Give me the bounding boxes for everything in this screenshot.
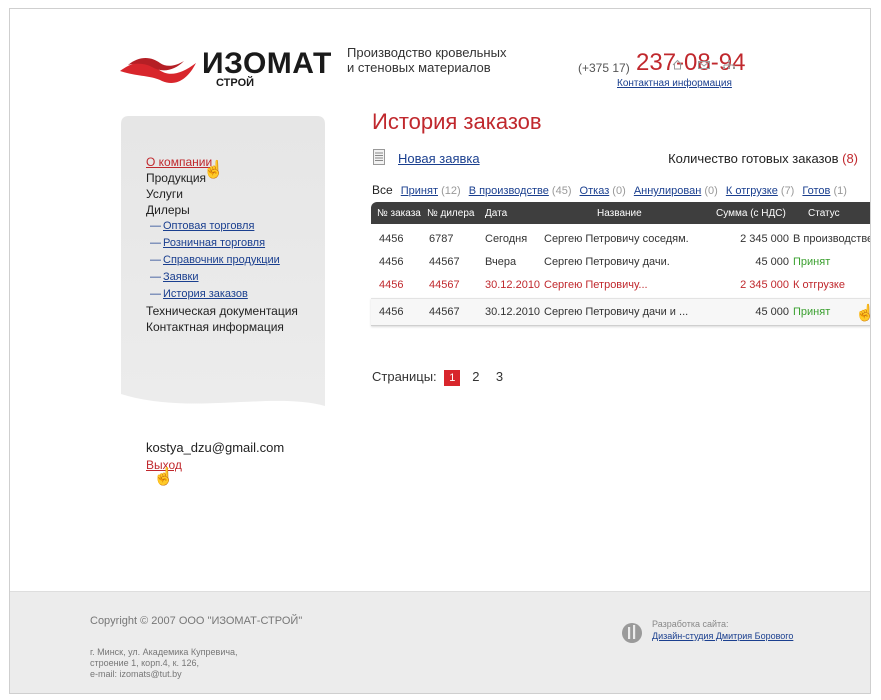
developer-label: Разработка сайта: xyxy=(652,619,729,629)
hand-cursor-icon: ☝ xyxy=(153,467,175,486)
column-header-status[interactable]: Статус xyxy=(808,208,840,219)
address-line-2: строение 1, корп.4, к. 126, xyxy=(90,658,200,668)
page-link-current[interactable]: 1 xyxy=(444,370,461,386)
column-header-order-no[interactable]: № заказа xyxy=(377,208,421,219)
company-address: г. Минск, ул. Академика Купревича, строе… xyxy=(90,647,310,680)
table-header: № заказа № дилера Дата Название Сумма (с… xyxy=(371,202,870,224)
hand-cursor-icon: ☝ xyxy=(203,160,225,179)
ready-orders-value: (8) xyxy=(842,151,858,166)
page-link[interactable]: 3 xyxy=(492,369,508,385)
cell-date: 30.12.2010 xyxy=(485,279,541,291)
contact-info-link[interactable]: Контактная информация xyxy=(617,78,732,89)
new-request-link[interactable]: Новая заявка xyxy=(398,151,480,166)
address-line-1: г. Минск, ул. Академика Купревича, xyxy=(90,647,238,657)
sidebar-menu: О компании Продукция Услуги Дилеры — Опто… xyxy=(146,154,326,335)
cell-dealer-no: 44567 xyxy=(429,279,460,291)
cell-sum: 2 345 000 xyxy=(740,279,789,291)
sidebar-item-products[interactable]: Продукция xyxy=(146,170,326,186)
cell-name[interactable]: Сергею Петровичу соседям. xyxy=(544,233,689,245)
document-icon xyxy=(373,149,385,165)
sidebar-item-contacts[interactable]: Контактная информация xyxy=(146,319,326,335)
cell-status: Принят xyxy=(793,306,831,318)
filter-in-production[interactable]: В производстве (45) xyxy=(469,185,572,197)
cell-name[interactable]: Сергею Петровичу дачи. xyxy=(544,256,670,268)
sitemap-icon[interactable] xyxy=(723,59,735,73)
column-header-date[interactable]: Дата xyxy=(485,208,507,219)
copyright-text: Copyright © 2007 ООО "ИЗОМАТ-СТРОЙ" xyxy=(90,615,303,627)
table-row[interactable]: 4456 44567 30.12.2010 Сергею Петровичу..… xyxy=(371,273,870,296)
cell-sum: 45 000 xyxy=(755,256,789,268)
phone-prefix: (+375 17) xyxy=(578,61,630,75)
sidebar-subitem-catalog[interactable]: — Справочник продукции xyxy=(146,252,326,269)
cell-status: Принят xyxy=(793,256,831,268)
cell-dealer-no: 44567 xyxy=(429,306,460,318)
sidebar: О компании Продукция Услуги Дилеры — Опто… xyxy=(121,116,325,426)
column-header-sum[interactable]: Сумма (с НДС) xyxy=(716,208,786,219)
filter-all[interactable]: Все xyxy=(372,183,393,197)
cell-order-no: 4456 xyxy=(379,233,404,245)
table-row[interactable]: 4456 44567 Вчера Сергею Петровичу дачи. … xyxy=(371,250,870,273)
cell-date: Сегодня xyxy=(485,233,528,245)
filter-cancelled[interactable]: Аннулирован (0) xyxy=(634,185,718,197)
filter-accepted[interactable]: Принят (12) xyxy=(401,185,461,197)
tagline-line-1: Производство кровельных xyxy=(347,45,507,60)
cell-order-no: 4456 xyxy=(379,279,404,291)
cell-date: Вчера xyxy=(485,256,517,268)
column-header-dealer-no[interactable]: № дилера xyxy=(427,208,474,219)
status-filters: Все Принят (12) В производстве (45) Отка… xyxy=(372,183,852,197)
hand-cursor-icon: ☝ xyxy=(855,303,870,323)
company-logo[interactable]: ИЗОМАТ СТРОЙ xyxy=(118,45,331,95)
cell-order-no: 4456 xyxy=(379,256,404,268)
cell-status: К отгрузке xyxy=(793,279,845,291)
ready-orders-count: Количество готовых заказов (8) xyxy=(668,151,858,166)
filter-ready[interactable]: Готов (1) xyxy=(802,185,847,197)
page-link[interactable]: 2 xyxy=(468,369,484,385)
sidebar-item-about[interactable]: О компании xyxy=(146,154,326,170)
cell-name[interactable]: Сергею Петровичу дачи и ... xyxy=(544,306,688,318)
home-icon[interactable] xyxy=(672,59,683,73)
filter-to-ship[interactable]: К отгрузке (7) xyxy=(726,185,795,197)
sidebar-subitem-order-history[interactable]: — История заказов xyxy=(146,286,326,303)
filter-rejected[interactable]: Отказ (0) xyxy=(580,185,626,197)
ready-orders-label: Количество готовых заказов xyxy=(668,151,839,166)
cell-dealer-no: 6787 xyxy=(429,233,454,245)
column-header-name[interactable]: Название xyxy=(597,208,642,219)
design-studio-logo-icon xyxy=(622,623,642,643)
cell-date: 30.12.2010 xyxy=(485,306,541,318)
sidebar-subitem-retail[interactable]: — Розничная торговля xyxy=(146,235,326,252)
page-frame: ИЗОМАТ СТРОЙ Производство кровельных и с… xyxy=(9,8,871,694)
table-row-highlighted[interactable]: 4456 44567 30.12.2010 Сергею Петровичу д… xyxy=(371,298,870,326)
page-title: История заказов xyxy=(372,109,542,134)
tagline-line-2: и стеновых материалов xyxy=(347,60,491,75)
company-tagline: Производство кровельных и стеновых матер… xyxy=(347,45,537,75)
cell-dealer-no: 44567 xyxy=(429,256,460,268)
mail-icon[interactable] xyxy=(698,59,710,73)
sidebar-subitem-requests[interactable]: — Заявки xyxy=(146,269,326,286)
cell-name[interactable]: Сергею Петровичу... xyxy=(544,279,648,291)
cell-order-no: 4456 xyxy=(379,306,404,318)
logo-wordmark: ИЗОМАТ xyxy=(202,47,332,80)
sidebar-subitem-wholesale[interactable]: — Оптовая торговля xyxy=(146,218,326,235)
user-email: kostya_dzu@gmail.com xyxy=(146,440,285,455)
orders-table: № заказа № дилера Дата Название Сумма (с… xyxy=(371,202,871,326)
address-email: e-mail: izomats@tut.by xyxy=(90,669,182,679)
sidebar-item-services[interactable]: Услуги xyxy=(146,186,326,202)
pagination: Страницы: 1 2 3 xyxy=(372,369,508,386)
sidebar-item-dealers[interactable]: Дилеры xyxy=(146,202,326,218)
cell-sum: 45 000 xyxy=(755,306,789,318)
cell-sum: 2 345 000 xyxy=(740,233,789,245)
sidebar-item-tech-docs[interactable]: Техническая документация xyxy=(146,303,326,319)
developer-link[interactable]: Дизайн-студия Дмитрия Борового xyxy=(652,631,793,641)
table-row[interactable]: 4456 6787 Сегодня Сергею Петровичу сосед… xyxy=(371,227,871,250)
logo-mark-icon xyxy=(120,58,196,83)
cell-status: В производстве xyxy=(793,233,871,245)
pagination-label: Страницы: xyxy=(372,369,437,384)
logo-subtitle: СТРОЙ xyxy=(216,77,255,89)
